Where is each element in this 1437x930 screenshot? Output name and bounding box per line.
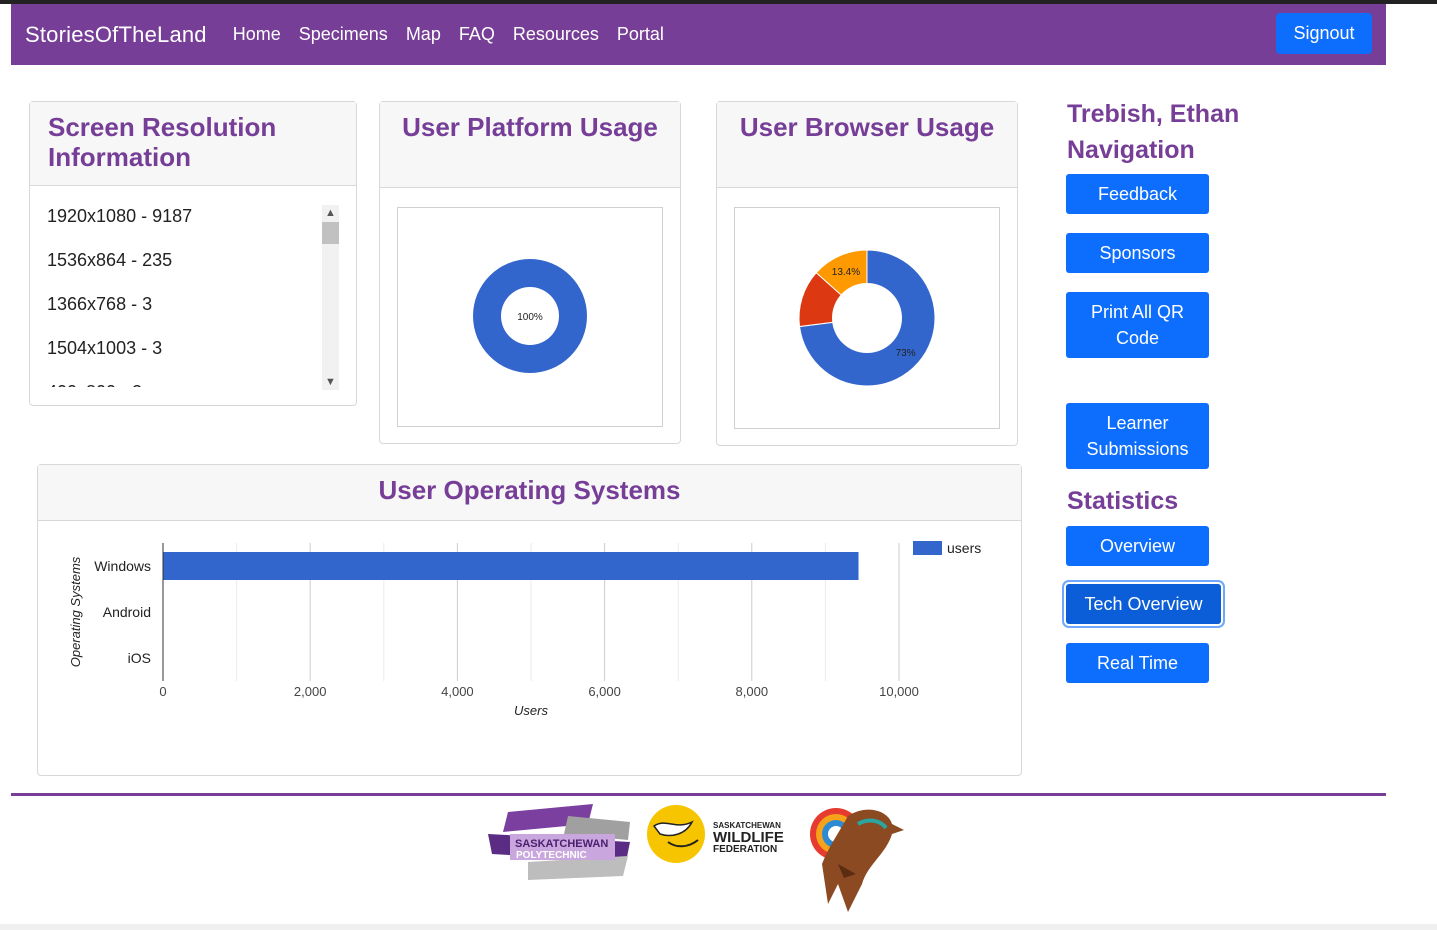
platform-card: User Platform Usage 100%100% [379, 101, 681, 444]
platform-chart: 100%100% [397, 207, 663, 427]
platform-donut: 100%100% [473, 259, 587, 373]
x-tick-label: 8,000 [736, 684, 769, 699]
navbar: StoriesOfTheLand Home Specimens Map FAQ … [11, 4, 1386, 65]
real-time-button[interactable]: Real Time [1066, 643, 1209, 683]
wildlife-text-3: FEDERATION [713, 844, 777, 855]
scroll-up-icon[interactable]: ▲ [322, 205, 339, 221]
category-label: Android [103, 604, 151, 620]
learner-submissions-button[interactable]: Learner Submissions [1066, 403, 1209, 469]
indigenous-art-logo[interactable] [808, 804, 908, 916]
nav-specimens[interactable]: Specimens [299, 24, 388, 45]
slice-label: 100% [517, 312, 543, 323]
list-item: 1920x1080 - 9187 [47, 206, 193, 226]
list-item: 1536x864 - 235 [47, 250, 173, 270]
overview-button[interactable]: Overview [1066, 526, 1209, 566]
list-item: 1504x1003 - 3 [47, 338, 163, 358]
donut-hole [832, 283, 902, 353]
x-tick-label: 4,000 [441, 684, 474, 699]
page: StoriesOfTheLand Home Specimens Map FAQ … [0, 4, 1397, 924]
tech-overview-button[interactable]: Tech Overview [1066, 584, 1221, 624]
scroll-thumb[interactable] [322, 222, 339, 244]
x-tick-label: 0 [159, 684, 166, 699]
list-item: 400x800 - 2 [30, 378, 330, 387]
nav-portal[interactable]: Portal [617, 24, 664, 45]
legend-swatch [913, 541, 942, 555]
print-qr-button[interactable]: Print All QR Code [1066, 292, 1209, 358]
bottom-margin [0, 924, 1437, 930]
scroll-down-icon[interactable]: ▼ [322, 374, 339, 390]
bar[interactable] [163, 552, 859, 580]
navigation-heading: Navigation [1067, 136, 1195, 164]
os-title: User Operating Systems [38, 465, 1021, 521]
browser-donut: 73% 13.4% [798, 249, 936, 387]
statistics-heading: Statistics [1067, 487, 1179, 515]
brand-link[interactable]: StoriesOfTheLand [25, 22, 207, 48]
x-tick-label: 10,000 [879, 684, 919, 699]
browser-chart: 73% 13.4% [734, 207, 1000, 429]
right-margin [1397, 4, 1437, 930]
legend-label: users [947, 540, 981, 556]
list-item: 1366x768 - 3 [47, 294, 153, 314]
browser-title: User Browser Usage [717, 102, 1017, 188]
browser-card: User Browser Usage 73% 13.4% [716, 101, 1018, 446]
resolution-title: Screen Resolution Information [30, 102, 356, 186]
sask-poly-text-2: POLYTECHNIC [516, 850, 587, 861]
x-axis-title: Users [514, 703, 548, 718]
nav-faq[interactable]: FAQ [459, 24, 495, 45]
x-tick-label: 6,000 [588, 684, 621, 699]
platform-title: User Platform Usage [380, 102, 680, 188]
category-label: iOS [128, 650, 151, 666]
feedback-button[interactable]: Feedback [1066, 174, 1209, 214]
slice-label: 13.4% [832, 267, 860, 278]
category-label: Windows [94, 558, 151, 574]
nav-home[interactable]: Home [233, 24, 281, 45]
wildlife-federation-logo[interactable]: SASKATCHEWAN WILDLIFE FEDERATION [646, 804, 796, 866]
sask-poly-text-1: SASKATCHEWAN [515, 838, 608, 850]
slice-label: 73% [896, 348, 916, 359]
resolution-card: Screen Resolution Information 1920x1080 … [29, 101, 357, 406]
sask-polytechnic-logo[interactable]: SASKATCHEWAN POLYTECHNIC [488, 804, 633, 880]
footer-divider [11, 793, 1386, 796]
x-tick-label: 2,000 [294, 684, 327, 699]
os-card: User Operating Systems 0 2,000 4,000 6,000 8… [37, 464, 1022, 776]
nav-map[interactable]: Map [406, 24, 441, 45]
user-name: Trebish, Ethan [1067, 100, 1240, 128]
sponsors-button[interactable]: Sponsors [1066, 233, 1209, 273]
signout-button[interactable]: Signout [1276, 13, 1372, 54]
nav-resources[interactable]: Resources [513, 24, 599, 45]
os-bar-chart: 0 2,000 4,000 6,000 8,000 10,000 Windows Androi… [68, 540, 981, 718]
y-axis-title: Operating Systems [68, 556, 83, 667]
resolution-list[interactable]: 1920x1080 - 9187 1536x864 - 235 1366x768… [30, 202, 330, 387]
resolution-scrollbar[interactable]: ▲ ▼ [322, 205, 339, 390]
